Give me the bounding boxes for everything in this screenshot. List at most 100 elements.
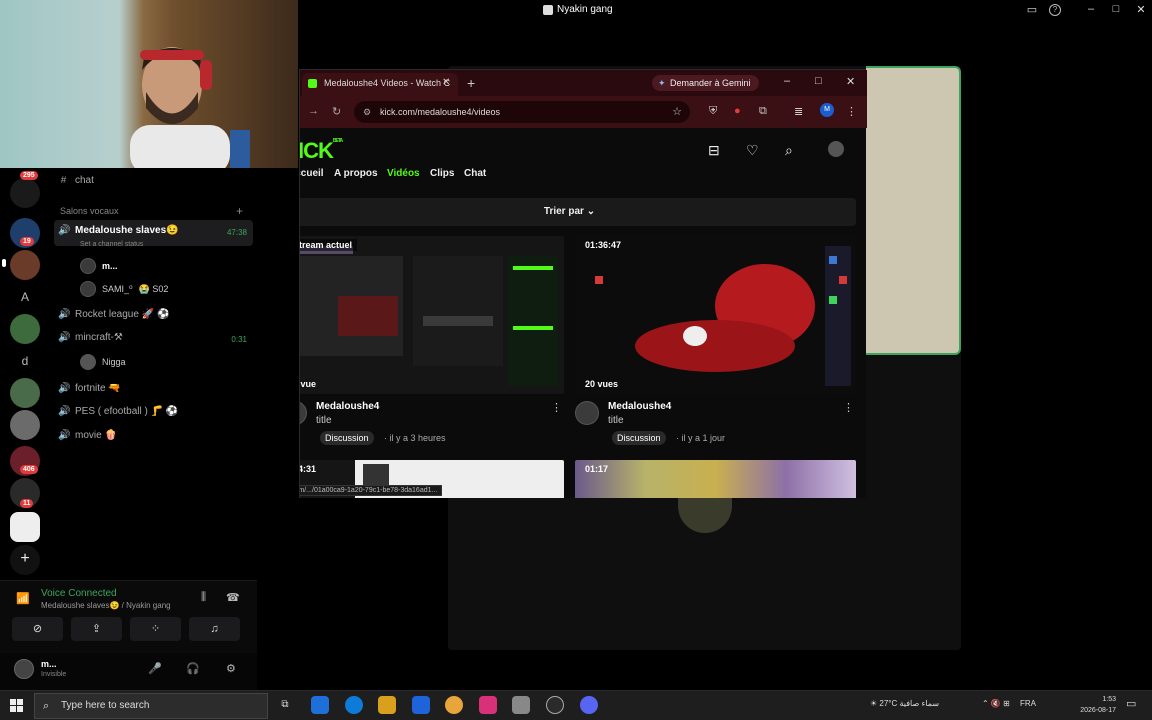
- voice-user[interactable]: SAMI_⁰ 😭 S02: [80, 281, 168, 297]
- close-button[interactable]: ✕: [1133, 3, 1149, 16]
- share-screen-button[interactable]: ⇪: [71, 617, 122, 641]
- sort-dropdown[interactable]: Trier par ⌄: [300, 198, 856, 226]
- clip-icon[interactable]: ⊟: [708, 142, 720, 159]
- discord-icon[interactable]: [580, 696, 598, 714]
- close-tab-icon[interactable]: ✕: [442, 77, 450, 88]
- soundboard-button[interactable]: ♫: [189, 617, 240, 641]
- server-icon-nyakin[interactable]: [10, 250, 40, 280]
- channel-movie[interactable]: 🔊 movie 🍿: [58, 430, 117, 441]
- voice-location[interactable]: Medaloushe slaves😉 / Nyakin gang: [41, 601, 171, 610]
- channel-name[interactable]: Medaloushe4: [608, 401, 671, 412]
- clock[interactable]: 1:53 2026-08-17: [1066, 694, 1116, 716]
- server-icon-d[interactable]: d: [10, 346, 40, 376]
- weather-widget[interactable]: ☀ 27°C سماء صافية: [870, 699, 939, 708]
- user-avatar[interactable]: [828, 141, 844, 157]
- video-thumbnail[interactable]: 01:17: [575, 460, 856, 498]
- search-icon[interactable]: ⌕: [785, 142, 793, 159]
- video-title[interactable]: title: [608, 415, 624, 426]
- tray-icons[interactable]: ⌃ 🔇 ⊞: [982, 699, 1010, 708]
- category-tag[interactable]: Discussion: [612, 431, 666, 445]
- maximize-button[interactable]: □: [1108, 3, 1124, 15]
- headphones-icon[interactable]: 🎧: [186, 662, 200, 675]
- gemini-button[interactable]: ✦ Demander à Gemini: [652, 75, 759, 91]
- stream-preview-tile[interactable]: [866, 66, 961, 355]
- nav-clips[interactable]: Clips: [430, 168, 454, 179]
- minimize-button[interactable]: –: [784, 75, 790, 87]
- category-tag[interactable]: Discussion: [320, 431, 374, 445]
- file-explorer-icon[interactable]: [311, 696, 329, 714]
- channel-fortnite[interactable]: 🔊 fortnite 🔫: [58, 383, 121, 394]
- channel-status[interactable]: Set a channel status: [80, 241, 143, 248]
- taskbar-search[interactable]: ⌕ Type here to search: [34, 693, 268, 719]
- inbox-icon[interactable]: ▭: [1024, 3, 1040, 16]
- site-info-icon[interactable]: ⚙: [363, 101, 371, 123]
- extensions-puzzle-icon[interactable]: ⧉: [759, 105, 767, 118]
- outlook-icon[interactable]: [412, 696, 430, 714]
- close-button[interactable]: ✕: [846, 75, 855, 88]
- noise-suppression-icon[interactable]: ⫼: [201, 591, 206, 604]
- avatar[interactable]: [14, 659, 34, 679]
- reload-icon[interactable]: ↻: [332, 105, 341, 118]
- app-icon[interactable]: [512, 696, 530, 714]
- instagram-icon[interactable]: [479, 696, 497, 714]
- server-icon-dice[interactable]: [10, 512, 40, 542]
- nav-videos[interactable]: Vidéos: [387, 168, 420, 179]
- voice-category[interactable]: Salons vocaux: [60, 206, 119, 216]
- heart-icon[interactable]: ♡: [746, 142, 759, 159]
- channel-mincraft[interactable]: 🔊 mincraft-⚒: [58, 332, 123, 343]
- voice-user[interactable]: Nigga: [80, 354, 126, 370]
- channel-avatar[interactable]: [300, 401, 307, 425]
- user-name[interactable]: m...: [41, 659, 57, 669]
- nav-chat[interactable]: Chat: [464, 168, 486, 179]
- edge-icon[interactable]: [345, 696, 363, 714]
- forward-icon[interactable]: →: [308, 105, 319, 117]
- extension-shield-icon[interactable]: ⛨: [709, 105, 717, 118]
- bookmark-star-icon[interactable]: ☆: [672, 101, 682, 123]
- server-icon-a[interactable]: A: [10, 282, 40, 312]
- language-indicator[interactable]: FRA: [1020, 699, 1036, 708]
- minimize-button[interactable]: –: [1083, 3, 1099, 15]
- chrome-icon[interactable]: [445, 696, 463, 714]
- activities-button[interactable]: ⁘: [130, 617, 181, 641]
- notification-icon[interactable]: ▭: [1126, 697, 1136, 710]
- camera-off-button[interactable]: ⊘: [12, 617, 63, 641]
- extension-icon[interactable]: ●: [734, 105, 741, 117]
- microphone-icon[interactable]: 🎤: [148, 662, 162, 675]
- obs-icon[interactable]: [546, 696, 564, 714]
- server-icon-1[interactable]: [10, 178, 40, 208]
- kick-logo[interactable]: ICKBETA: [300, 138, 343, 164]
- channel-name[interactable]: Medaloushe4: [316, 401, 379, 412]
- channel-rocket-league[interactable]: 🔊 Rocket league 🚀 ⚽: [58, 309, 169, 320]
- address-bar[interactable]: ⚙ kick.com/medaloushe4/videos ☆: [354, 101, 690, 123]
- channel-medaloushe-slaves[interactable]: 🔊 Medaloushe slaves😉: [58, 225, 179, 236]
- server-icon-4[interactable]: [10, 378, 40, 408]
- voice-user[interactable]: m...: [80, 258, 118, 274]
- disconnect-icon[interactable]: ☎: [226, 591, 240, 604]
- video-thumbnail[interactable]: 01:36:47 20 vues: [575, 236, 856, 394]
- menu-dots-icon[interactable]: ⋮: [846, 105, 857, 118]
- server-icon-3[interactable]: [10, 314, 40, 344]
- reading-list-icon[interactable]: ≣: [794, 105, 803, 118]
- windows-start-icon[interactable]: [10, 699, 23, 712]
- profile-avatar[interactable]: M: [820, 103, 834, 117]
- video-thumbnail[interactable]: Stream actuel 0 vue: [300, 236, 564, 394]
- add-channel-icon[interactable]: +: [236, 204, 243, 218]
- task-view-icon[interactable]: ⧉: [276, 696, 294, 714]
- maximize-button[interactable]: □: [815, 75, 822, 87]
- browser-tab[interactable]: Medaloushe4 Videos - Watch C: [302, 73, 458, 96]
- store-icon[interactable]: [378, 696, 396, 714]
- channel-chat[interactable]: # chat: [58, 175, 94, 186]
- add-server-button[interactable]: +: [10, 545, 40, 575]
- voice-status[interactable]: Voice Connected: [41, 588, 117, 599]
- nav-accueil[interactable]: Accueil: [300, 168, 324, 179]
- video-title[interactable]: title: [316, 415, 332, 426]
- channel-avatar[interactable]: [575, 401, 599, 425]
- more-options-icon[interactable]: ⋮: [551, 401, 562, 414]
- settings-gear-icon[interactable]: ⚙: [226, 662, 236, 675]
- more-options-icon[interactable]: ⋮: [843, 401, 854, 414]
- help-icon[interactable]: ?: [1049, 4, 1061, 16]
- nav-a-propos[interactable]: A propos: [334, 168, 378, 179]
- new-tab-button[interactable]: +: [467, 75, 475, 91]
- server-icon-5[interactable]: [10, 410, 40, 440]
- channel-pes[interactable]: 🔊 PES ( efootball ) 🦵 ⚽: [58, 406, 178, 417]
